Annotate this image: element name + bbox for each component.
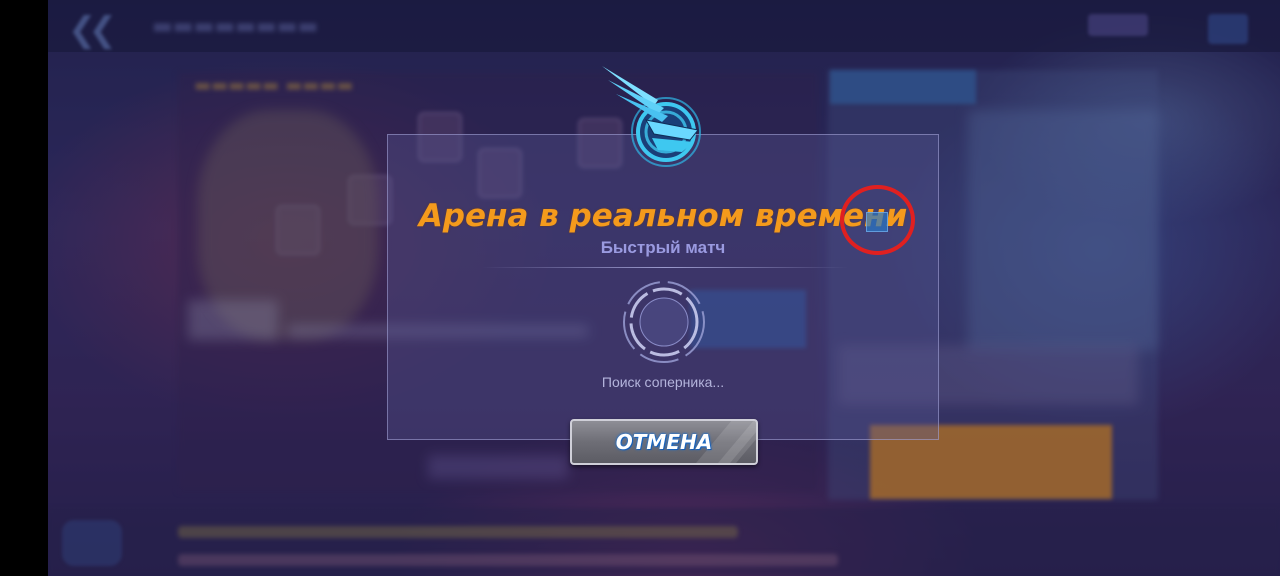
- game-screen: ❮❮ ▬▬▬▬▬▬▬▬ ▬▬▬▬▬ ▬▬▬▬ Арена в реальном …: [0, 0, 1280, 576]
- cancel-button-label: ОТМЕНА: [615, 430, 713, 454]
- search-status-text: Поиск соперника...: [601, 374, 725, 390]
- loading-ring-icon: [623, 281, 705, 363]
- divider: [482, 267, 848, 268]
- cancel-button[interactable]: ОТМЕНА: [570, 419, 758, 465]
- dialog-subtitle: Быстрый матч: [600, 238, 726, 257]
- winged-arena-emblem-icon: [602, 66, 701, 167]
